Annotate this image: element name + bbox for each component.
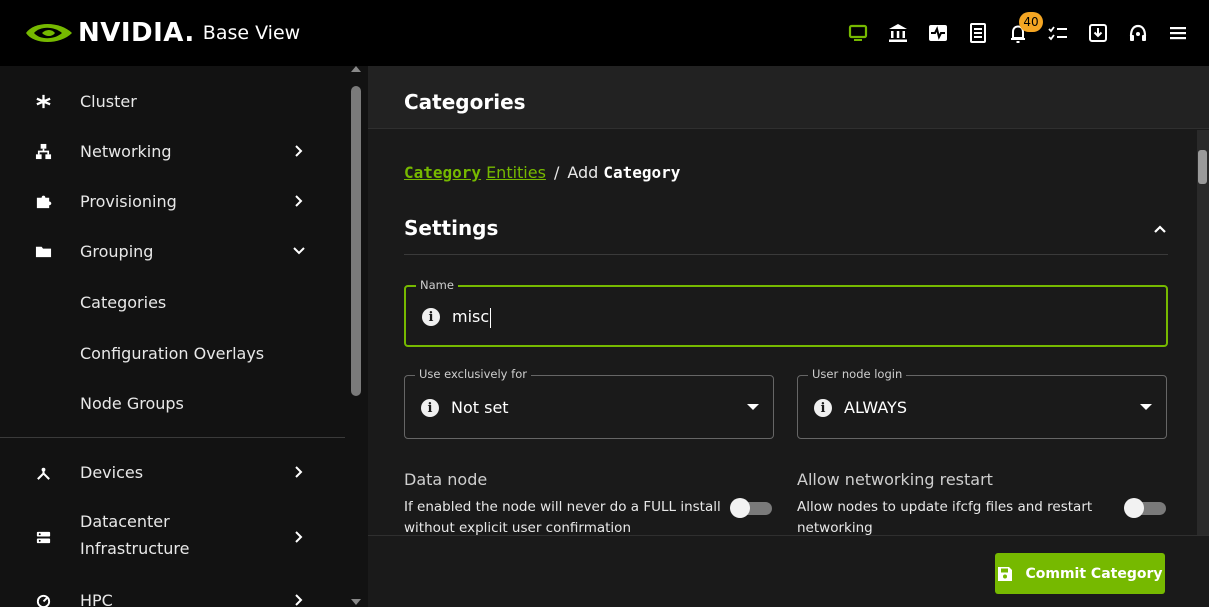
tasks-icon[interactable] (1039, 14, 1077, 52)
sidebar-item-label: HPC (80, 590, 113, 607)
user-node-login-legend: User node login (808, 367, 907, 381)
brand-wordmark: NVIDIA. (78, 18, 195, 48)
sidebar-item-grouping[interactable]: Grouping (0, 240, 345, 262)
chevron-right-icon (295, 594, 303, 606)
sidebar-item-label: Provisioning (80, 191, 177, 211)
breadcrumb-entities-link[interactable]: Entities (486, 163, 546, 182)
form-content: Category Entities / Add Category Setting… (368, 130, 1209, 535)
data-node-desc: If enabled the node will never do a FULL… (404, 499, 721, 535)
hpc-icon (34, 591, 52, 607)
download-icon[interactable] (1079, 14, 1117, 52)
sidebar-item-label: Cluster (80, 91, 137, 111)
allow-net-restart-desc: Allow nodes to update ifcfg files and re… (797, 499, 1093, 535)
name-field-value: misc (452, 307, 490, 326)
product-name: Base View (202, 22, 301, 44)
network-icon (34, 142, 52, 160)
sidebar-item-configuration-overlays[interactable]: Configuration Overlays (0, 342, 345, 364)
breadcrumb-category-link[interactable]: Category (404, 163, 481, 182)
user-node-login-value: ALWAYS (844, 398, 907, 417)
allow-net-restart-title: Allow networking restart (797, 470, 993, 489)
info-icon: i (814, 399, 832, 417)
info-icon: i (421, 399, 439, 417)
sidebar-item-label: Networking (80, 141, 172, 161)
settings-title: Settings (404, 216, 499, 240)
devices-icon (34, 463, 52, 481)
allow-net-restart-toggle[interactable] (1124, 498, 1166, 518)
sidebar-item-devices[interactable]: Devices (0, 461, 345, 483)
sidebar-item-provisioning[interactable]: Provisioning (0, 190, 345, 212)
page-title: Categories (404, 90, 526, 114)
sidebar-item-label-line2: Infrastructure (80, 539, 190, 558)
main-panel: Categories Category Entities / Add Categ… (368, 66, 1209, 607)
sidebar-subitem-label: Node Groups (80, 393, 184, 413)
use-exclusively-legend: Use exclusively for (415, 367, 531, 381)
rack-icon (34, 528, 52, 546)
cluster-icon (34, 92, 52, 110)
sidebar-item-node-groups[interactable]: Node Groups (0, 392, 345, 414)
chevron-down-icon (293, 247, 305, 255)
brand[interactable]: NVIDIA. Base View (0, 0, 300, 66)
folder-icon (34, 242, 52, 260)
form-footer: Commit Category (368, 535, 1209, 607)
scroll-down-icon[interactable] (351, 599, 361, 605)
dropdown-arrow-icon (1140, 404, 1152, 410)
sidebar-item-hpc[interactable]: HPC (0, 589, 345, 607)
use-exclusively-select[interactable]: Use exclusively for i Not set (404, 367, 774, 439)
main-scrollbar[interactable] (1197, 130, 1209, 535)
data-node-title: Data node (404, 470, 488, 489)
breadcrumb-separator: / (553, 163, 560, 182)
info-icon: i (422, 308, 440, 326)
sidebar-item-label: Devices (80, 462, 144, 482)
breadcrumb: Category Entities / Add Category (404, 163, 680, 182)
sidebar-item-networking[interactable]: Networking (0, 140, 345, 162)
data-node-toggle[interactable] (730, 498, 772, 518)
breadcrumb-current: Category (603, 163, 681, 182)
sidebar-item-datacenter-infrastructure[interactable]: Datacenter Infrastructure (0, 512, 345, 562)
sidebar-subitem-label: Configuration Overlays (80, 343, 265, 363)
top-bar: NVIDIA. Base View 40 (0, 0, 1209, 66)
page-header: Categories (368, 66, 1209, 129)
sidebar-scrollbar[interactable] (345, 66, 368, 607)
commit-category-button[interactable]: Commit Category (995, 553, 1165, 594)
sidebar-item-cluster[interactable]: Cluster (0, 90, 345, 112)
chevron-right-icon (295, 195, 303, 207)
chevron-right-icon (295, 145, 303, 157)
save-icon (998, 566, 1013, 581)
health-icon[interactable] (919, 14, 957, 52)
text-cursor (490, 307, 492, 328)
chevron-right-icon (295, 531, 303, 543)
sidebar-item-label: Grouping (80, 241, 154, 261)
sidebar-item-categories[interactable]: Categories (0, 291, 345, 313)
bell-icon[interactable]: 40 (999, 12, 1043, 52)
user-node-login-select[interactable]: User node login i ALWAYS (797, 367, 1167, 439)
nvidia-logo-icon (26, 24, 72, 42)
chevron-up-icon[interactable] (1152, 222, 1168, 236)
sidebar-divider (0, 437, 345, 438)
section-divider (404, 254, 1168, 255)
sidebar: Cluster Networking Provisioning Grouping… (0, 66, 368, 607)
bank-icon[interactable] (879, 14, 917, 52)
sidebar-scroll-thumb[interactable] (351, 86, 361, 396)
commit-category-label: Commit Category (1025, 565, 1163, 582)
breadcrumb-add: Add (567, 163, 599, 182)
puzzle-icon (34, 192, 52, 210)
name-field-legend: Name (416, 278, 458, 292)
sidebar-item-label-line1: Datacenter (80, 512, 170, 531)
log-icon[interactable] (959, 14, 997, 52)
scroll-up-icon[interactable] (351, 66, 361, 72)
menu-icon[interactable] (1159, 14, 1197, 52)
sidebar-subitem-label: Categories (80, 292, 167, 312)
monitor-icon[interactable] (839, 14, 877, 52)
main-scroll-thumb[interactable] (1198, 150, 1207, 184)
use-exclusively-value: Not set (451, 398, 509, 417)
name-field[interactable]: Name i misc (404, 278, 1168, 347)
dropdown-arrow-icon (747, 404, 759, 410)
support-icon[interactable] (1119, 14, 1157, 52)
chevron-right-icon (295, 466, 303, 478)
